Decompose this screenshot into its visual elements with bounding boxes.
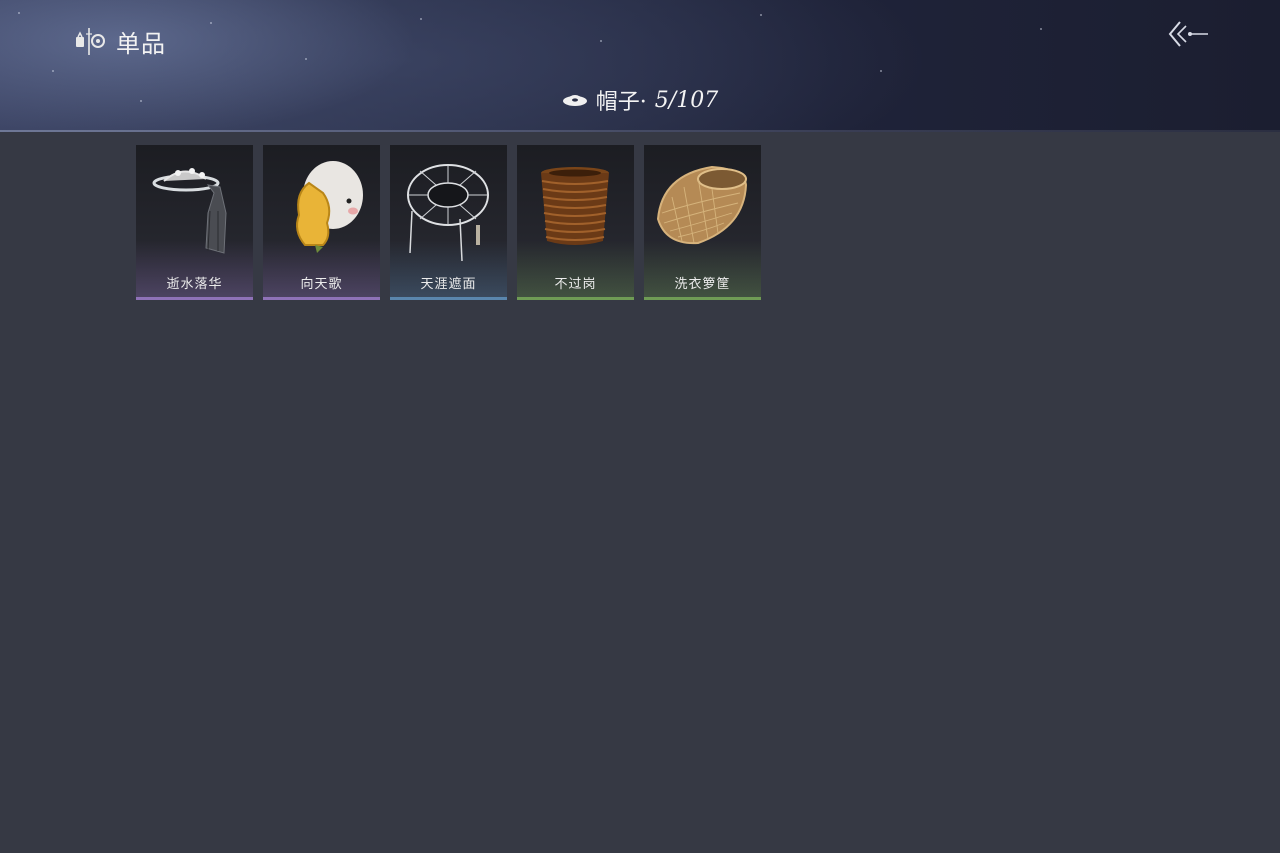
item-card[interactable]: 洗衣箩筐 [644,145,761,300]
item-card[interactable]: 向天歌 [263,145,380,300]
star-decoration [600,40,602,42]
item-card[interactable]: 天涯遮面 [390,145,507,300]
veiled-hat-icon [152,168,227,254]
emblem-icon [76,28,105,55]
star-decoration [760,14,762,16]
top-header: 单品 帽子· 5/107 [0,0,1280,132]
item-grid: 逝水落华 向天歌 天涯遮面 不过岗 洗衣箩筐 [136,145,761,300]
item-label: 不过岗 [554,277,597,292]
item-card[interactable]: 不过岗 [517,145,634,300]
star-decoration [52,70,54,72]
back-button[interactable] [1166,18,1210,52]
goose-hat-icon [296,161,363,253]
category-heading: 帽子· 5/107 [0,84,1280,116]
rarity-bar [644,297,761,300]
rarity-bar [136,297,253,300]
category-count: 5/107 [654,87,719,113]
stacked-bowls-hat-icon [541,167,609,245]
star-decoration [305,58,307,60]
item-label: 逝水落华 [166,277,223,292]
page-title: 单品 [74,24,166,58]
star-decoration [420,18,422,20]
star-decoration [880,70,882,72]
star-decoration [18,12,20,14]
rarity-bar [517,297,634,300]
item-label: 天涯遮面 [420,277,477,292]
page-title-text: 单品 [116,29,166,58]
star-decoration [210,22,212,24]
item-card[interactable]: 逝水落华 [136,145,253,300]
wire-bamboo-hat-icon [407,164,489,262]
rarity-bar [390,297,507,300]
hat-icon [562,95,587,106]
wicker-basket-hat-icon [656,165,748,245]
back-arrow-icon [1168,21,1208,47]
item-label: 洗衣箩筐 [674,277,731,292]
star-decoration [1040,28,1042,30]
item-label: 向天歌 [300,277,343,292]
rarity-bar [263,297,380,300]
category-name: 帽子· [595,90,647,115]
